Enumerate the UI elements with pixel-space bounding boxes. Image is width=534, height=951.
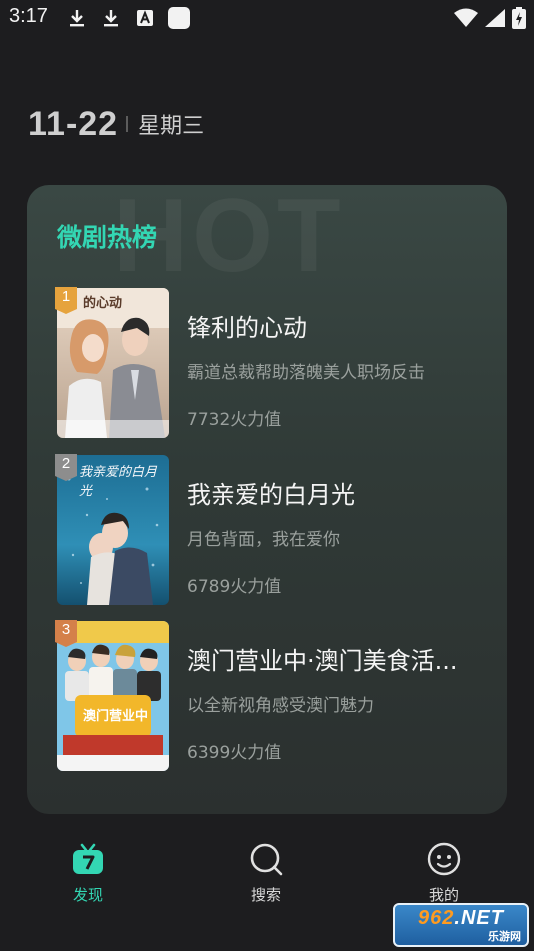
rank-item-3[interactable]: 澳门营业中 3 澳门营业中·澳门美食活... 以全新视角感受澳门魅力 6399火… — [55, 620, 497, 771]
heat-value: 6789火力值 — [187, 577, 282, 597]
nav-item-discover[interactable]: 发现 — [43, 842, 133, 905]
poster-title-text: 我亲爱的白月光 — [79, 465, 158, 499]
nav-label: 发现 — [72, 886, 103, 904]
rank-badge: 1 — [53, 285, 79, 315]
weekday-text: 星期三 — [138, 114, 205, 139]
poster-title-text: 澳门营业中 — [83, 709, 149, 724]
smiley-icon — [427, 842, 461, 876]
download-icon — [70, 10, 84, 27]
font-icon — [137, 10, 153, 26]
poster-title-text: 的心动 — [83, 296, 123, 311]
drama-title[interactable]: 澳门营业中·澳门美食活... — [187, 641, 487, 676]
nav-item-search[interactable]: 搜索 — [221, 842, 311, 905]
system-icons — [454, 6, 526, 30]
drama-description: 霸道总裁帮助落魄美人职场反击 — [187, 363, 425, 383]
card-title: 微剧热榜 — [57, 223, 158, 252]
rank-item-2[interactable]: 我亲爱的白月光 2 我亲爱的白月光 月色背面，我在爱你 6789火力值 — [55, 454, 497, 605]
signal-icon — [485, 9, 505, 27]
heat-value: 7732火力值 — [187, 410, 282, 430]
heat-value: 6399火力值 — [187, 743, 282, 763]
status-bar: 3:17 — [0, 0, 534, 36]
drama-title[interactable]: 我亲爱的白月光 — [187, 475, 487, 510]
date-divider — [126, 116, 129, 132]
rank-number: 2 — [61, 455, 71, 472]
rank-item-1[interactable]: 的心动 1 锋利的心动 霸道总裁帮助落魄美人职场反击 7732火力值 — [55, 287, 497, 438]
drama-description: 以全新视角感受澳门魅力 — [187, 696, 374, 716]
notification-icons — [66, 6, 190, 30]
drama-description: 月色背面，我在爱你 — [187, 530, 340, 550]
rank-number: 3 — [61, 621, 71, 638]
search-icon — [250, 843, 283, 876]
status-time: 3:17 — [9, 5, 48, 27]
drama-title[interactable]: 锋利的心动 — [187, 308, 487, 343]
rank-badge: 3 — [53, 618, 79, 648]
date-header: 11-22 星期三 — [28, 104, 204, 144]
download-icon — [104, 10, 118, 27]
nav-item-profile[interactable]: 我的 — [399, 842, 489, 905]
battery-icon — [512, 7, 526, 29]
nav-label: 我的 — [428, 886, 459, 904]
wifi-icon — [454, 8, 478, 27]
nav-label: 搜索 — [250, 886, 281, 904]
rank-number: 1 — [61, 288, 71, 305]
rank-badge: 2 — [53, 452, 79, 482]
app-icon — [168, 7, 190, 29]
watermark-subtitle: 乐游网 — [488, 930, 521, 943]
hot-list-card: HOT 微剧热榜 的心动 1 锋利的心动 霸道总裁帮助落魄美人职场反击 7732… — [27, 185, 507, 814]
date-text: 11-22 — [28, 104, 119, 143]
watermark-brand: 962.NET — [418, 907, 504, 929]
site-watermark-logo: 962.NET 乐游网 — [393, 903, 529, 947]
tv-icon — [73, 843, 103, 874]
